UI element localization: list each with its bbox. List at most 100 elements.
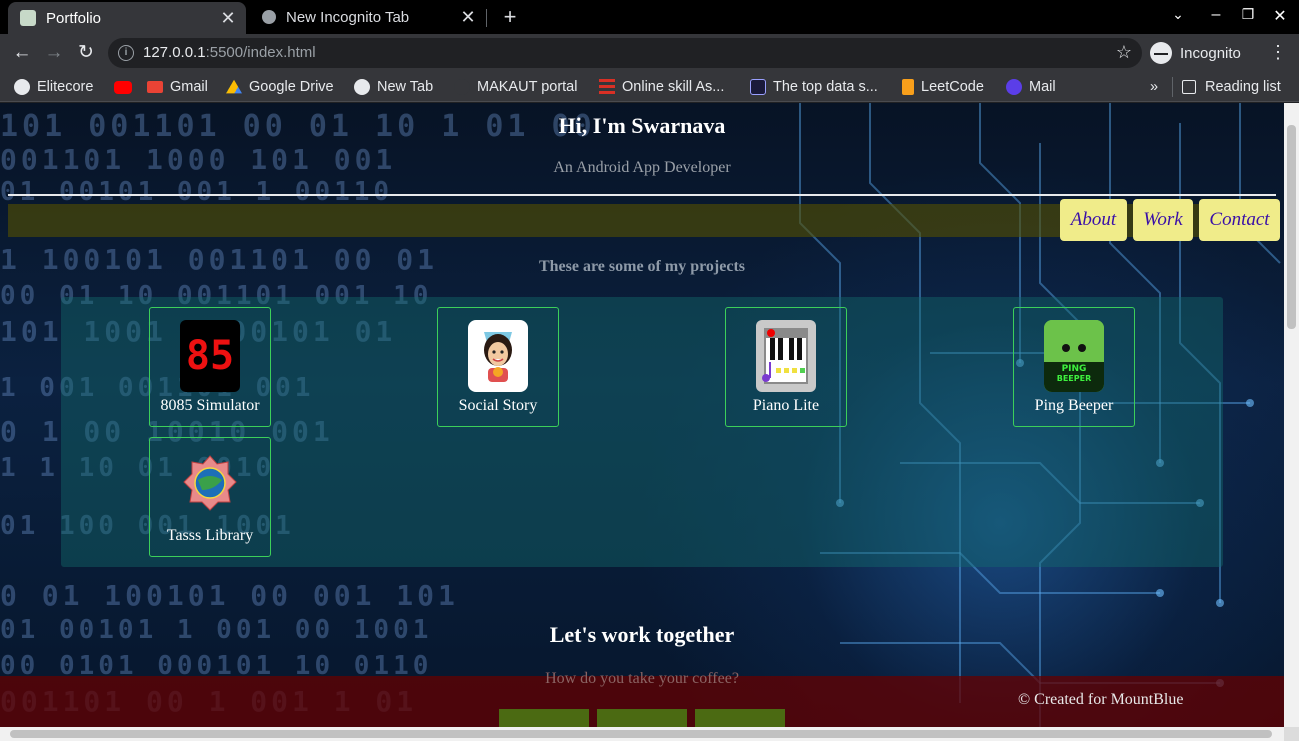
tasss-library-icon bbox=[180, 450, 240, 522]
simulator-digits: 85 bbox=[185, 333, 235, 379]
globe-icon bbox=[14, 79, 30, 95]
code-icon bbox=[750, 79, 766, 95]
coffee-question: How do you take your coffee? bbox=[545, 670, 739, 687]
project-card-piano-lite[interactable]: Piano Lite bbox=[725, 307, 847, 427]
bookmark-leetcode[interactable]: LeetCode bbox=[902, 77, 984, 97]
bookmark-google-drive[interactable]: Google Drive bbox=[226, 77, 334, 97]
nav-work-button[interactable]: Work bbox=[1133, 199, 1193, 241]
browser-toolbar: ← → ↻ i 127.0.0.1:5500/index.html ☆ Inco… bbox=[0, 34, 1299, 72]
scrollbar-corner bbox=[1284, 727, 1299, 741]
vertical-scroll-thumb[interactable] bbox=[1287, 125, 1296, 329]
incognito-icon bbox=[1150, 42, 1172, 64]
reading-list-icon bbox=[1182, 80, 1196, 94]
footer-credit: © Created for MountBlue bbox=[1018, 691, 1184, 708]
bookmark-label: New Tab bbox=[377, 79, 434, 95]
ping-icon-text-1: PING bbox=[1061, 364, 1087, 374]
project-name: Social Story bbox=[458, 397, 538, 414]
bookmark-label: LeetCode bbox=[921, 79, 984, 95]
mail-icon bbox=[1006, 79, 1022, 95]
url-text: 127.0.0.1:5500/index.html bbox=[143, 44, 316, 61]
work-together-title: Let's work together bbox=[549, 622, 735, 647]
project-card-social-story[interactable]: Social Story bbox=[437, 307, 559, 427]
address-bar[interactable]: i 127.0.0.1:5500/index.html ☆ bbox=[108, 38, 1142, 68]
ping-icon-text-2: BEEPER bbox=[1056, 374, 1092, 383]
reload-icon[interactable]: ↻ bbox=[74, 41, 98, 65]
reading-list-button[interactable]: Reading list bbox=[1172, 77, 1281, 97]
bookmark-makaut-portal[interactable]: MAKAUT portal bbox=[454, 77, 577, 97]
simulator-icon: 85 bbox=[180, 320, 240, 392]
bookmark-label: Mail bbox=[1029, 79, 1056, 95]
bookmark-top-data[interactable]: The top data s... bbox=[750, 77, 878, 97]
bookmark-label: Google Drive bbox=[249, 79, 334, 95]
site-info-icon[interactable]: i bbox=[118, 45, 134, 61]
url-host: 127.0.0.1 bbox=[143, 44, 206, 61]
bookmark-label: The top data s... bbox=[773, 79, 878, 95]
project-card-ping-beeper[interactable]: PING BEEPER Ping Beeper bbox=[1013, 307, 1135, 427]
tab-title: Portfolio bbox=[46, 9, 102, 27]
menu-icon bbox=[599, 79, 615, 95]
close-icon[interactable]: ✕ bbox=[458, 7, 478, 28]
leetcode-icon bbox=[902, 79, 914, 95]
bookmark-star-icon[interactable]: ☆ bbox=[1116, 42, 1132, 63]
new-tab-plus-icon[interactable]: + bbox=[498, 4, 522, 30]
hero-title: Hi, I'm Swarnava bbox=[558, 113, 726, 138]
hero-subtitle: An Android App Developer bbox=[553, 159, 731, 176]
header-divider bbox=[8, 194, 1276, 196]
bookmark-youtube[interactable] bbox=[114, 77, 139, 97]
bookmark-gmail[interactable]: Gmail bbox=[147, 77, 208, 97]
project-name: 8085 Simulator bbox=[160, 397, 260, 414]
coffee-option-button[interactable] bbox=[695, 709, 785, 727]
bookmark-label: MAKAUT portal bbox=[477, 79, 578, 95]
reading-list-label: Reading list bbox=[1205, 79, 1281, 95]
project-name: Tasss Library bbox=[166, 527, 254, 544]
coffee-option-button[interactable] bbox=[597, 709, 687, 727]
gmail-icon bbox=[147, 81, 163, 93]
globe-icon bbox=[354, 79, 370, 95]
blank-icon bbox=[454, 79, 470, 95]
window-close-icon[interactable]: ✕ bbox=[1268, 6, 1292, 26]
vertical-scrollbar[interactable] bbox=[1284, 103, 1299, 727]
horizontal-scrollbar[interactable] bbox=[0, 727, 1284, 741]
project-name: Ping Beeper bbox=[1034, 397, 1114, 414]
tab-portfolio[interactable]: Portfolio ✕ bbox=[8, 2, 246, 34]
social-story-icon bbox=[468, 320, 528, 392]
youtube-icon bbox=[114, 80, 132, 94]
bookmarks-bar: Elitecore Gmail Google Drive New Tab MAK… bbox=[0, 72, 1299, 102]
bookmark-new-tab[interactable]: New Tab bbox=[354, 77, 433, 97]
incognito-profile-button[interactable]: Incognito bbox=[1150, 39, 1241, 67]
minimize-icon[interactable]: – bbox=[1204, 6, 1228, 24]
project-card-8085-simulator[interactable]: 85 8085 Simulator bbox=[149, 307, 271, 427]
tab-separator bbox=[486, 9, 487, 27]
bookmark-label: Online skill As... bbox=[622, 79, 725, 95]
piano-icon bbox=[756, 320, 816, 392]
tab-strip: Portfolio ✕ New Incognito Tab ✕ + ⌄ – ❐ … bbox=[0, 0, 1299, 34]
bookmark-label: Gmail bbox=[170, 79, 208, 95]
horizontal-scroll-thumb[interactable] bbox=[10, 730, 1272, 738]
tab-search-chevron-icon[interactable]: ⌄ bbox=[1166, 6, 1190, 23]
bookmark-label: Elitecore bbox=[37, 79, 94, 95]
drive-icon bbox=[226, 79, 242, 94]
nav-contact-button[interactable]: Contact bbox=[1199, 199, 1280, 241]
close-icon[interactable]: ✕ bbox=[218, 8, 238, 29]
tab-new-incognito[interactable]: New Incognito Tab ✕ bbox=[250, 0, 486, 34]
url-path: :5500/index.html bbox=[205, 44, 316, 61]
more-bookmarks-chevron-icon[interactable]: » bbox=[1150, 77, 1158, 97]
ping-beeper-icon: PING BEEPER bbox=[1044, 320, 1104, 392]
bookmark-online-skill[interactable]: Online skill As... bbox=[599, 77, 724, 97]
portfolio-favicon-icon bbox=[20, 10, 36, 26]
tab-title: New Incognito Tab bbox=[286, 8, 410, 26]
project-name: Piano Lite bbox=[752, 397, 820, 414]
bookmark-elitecore[interactable]: Elitecore bbox=[14, 77, 93, 97]
incognito-label: Incognito bbox=[1180, 44, 1241, 62]
project-card-tasss-library[interactable]: Tasss Library bbox=[149, 437, 271, 557]
page-viewport: 101 001101 00 01 10 1 01 00 001101 1000 … bbox=[0, 103, 1284, 727]
projects-heading: These are some of my projects bbox=[538, 258, 746, 275]
forward-arrow-icon[interactable]: → bbox=[42, 41, 66, 65]
back-arrow-icon[interactable]: ← bbox=[10, 41, 34, 65]
more-menu-icon[interactable]: ⋮ bbox=[1268, 42, 1288, 63]
incognito-icon bbox=[262, 10, 276, 24]
coffee-option-button[interactable] bbox=[499, 709, 589, 727]
nav-about-button[interactable]: About bbox=[1060, 199, 1127, 241]
restore-icon[interactable]: ❐ bbox=[1236, 6, 1260, 23]
bookmark-mail[interactable]: Mail bbox=[1006, 77, 1056, 97]
